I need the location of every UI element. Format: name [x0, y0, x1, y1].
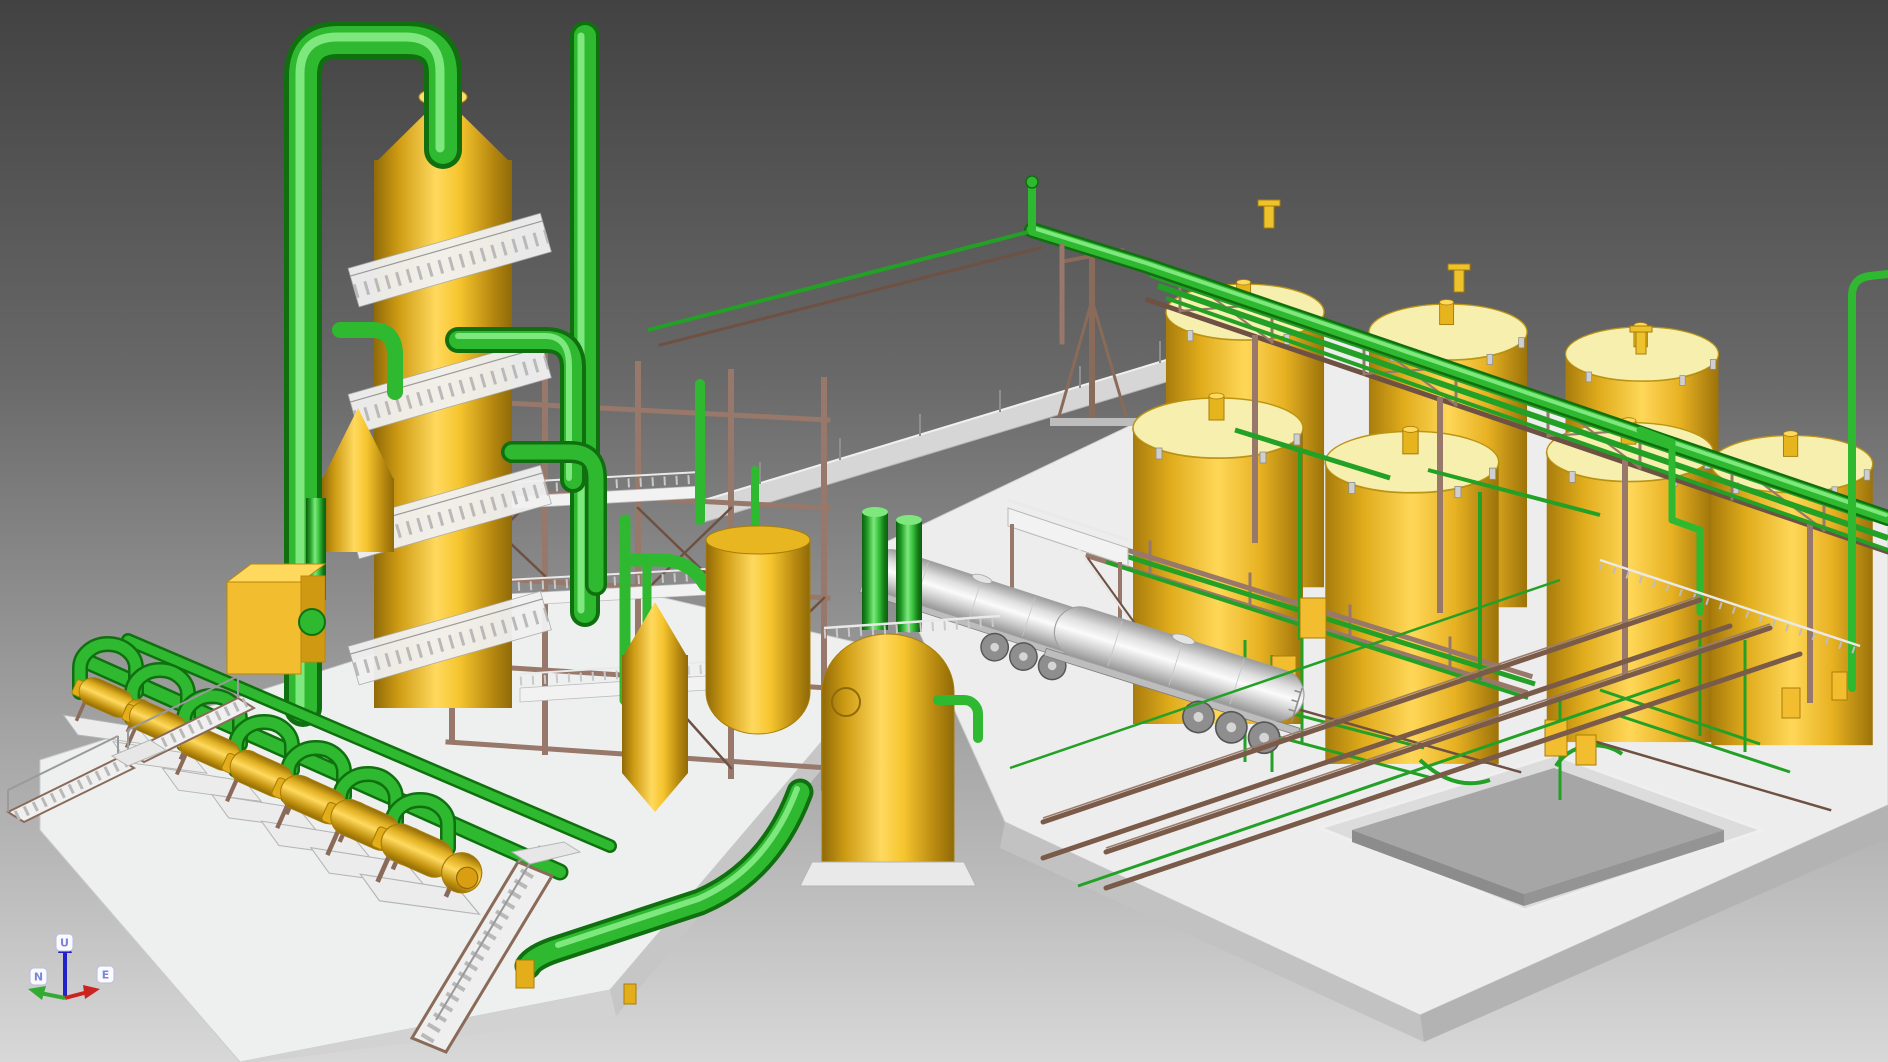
pipe-support — [516, 960, 534, 988]
plant-model-scene[interactable]: U N E — [0, 0, 1888, 1062]
cad-3d-viewport[interactable]: U N E — [0, 0, 1888, 1062]
up-axis-badge: U — [56, 934, 73, 951]
north-axis-badge: N — [30, 968, 47, 985]
package-unit — [227, 564, 325, 674]
valve — [1026, 176, 1038, 188]
east-axis-badge: E — [97, 966, 114, 983]
east-axis-label: E — [102, 969, 110, 982]
north-axis-label: N — [34, 971, 43, 984]
up-axis-label: U — [60, 937, 69, 950]
